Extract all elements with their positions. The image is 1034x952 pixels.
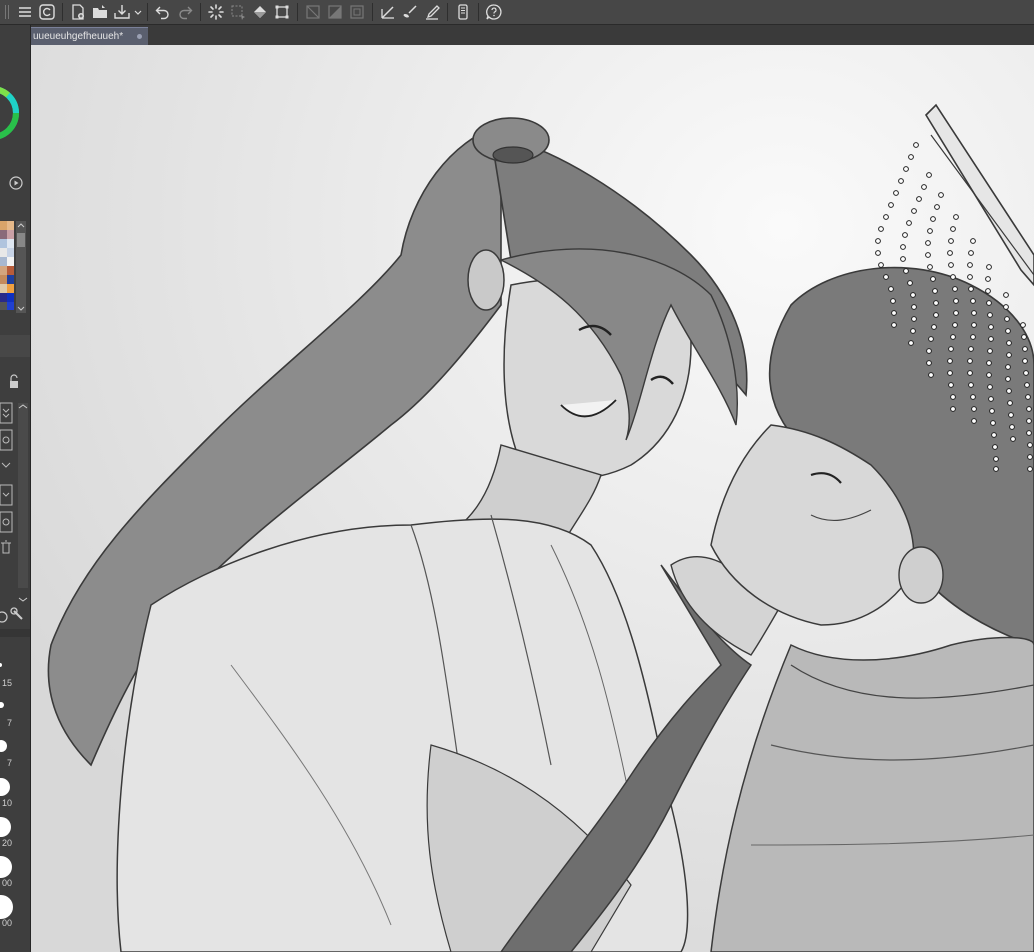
toolbar-separator — [147, 3, 148, 21]
brush-icon[interactable] — [399, 1, 421, 23]
trash-icon[interactable] — [1, 540, 11, 554]
toolbar-grip[interactable] — [0, 0, 14, 24]
document-tab-bar: uueueuhgefheuueh* — [30, 25, 1034, 45]
chevron-down-icon[interactable] — [133, 1, 143, 23]
wrench-icon[interactable] — [10, 607, 23, 620]
new-file-icon[interactable] — [67, 1, 89, 23]
open-folder-icon[interactable] — [89, 1, 111, 23]
clear-icon[interactable] — [302, 1, 324, 23]
pen-icon[interactable] — [421, 1, 443, 23]
zoom-icon[interactable] — [0, 611, 8, 623]
brush-size-label: 7 — [6, 718, 12, 728]
toolbar-separator — [447, 3, 448, 21]
undo-icon[interactable] — [152, 1, 174, 23]
brush-size-label: 20 — [1, 838, 12, 848]
help-icon[interactable] — [483, 1, 505, 23]
toolbar-separator — [478, 3, 479, 21]
toolbar-separator — [297, 3, 298, 21]
document-tab[interactable]: uueueuhgefheuueh* — [30, 27, 148, 45]
loading-spinner-icon[interactable] — [205, 1, 227, 23]
left-panel: 15 7 7 10 20 00 00 — [0, 25, 31, 952]
brush-size-label: 00 — [1, 878, 12, 888]
lock-icon[interactable] — [10, 374, 18, 388]
border-icon[interactable] — [346, 1, 368, 23]
brush-size-label: 10 — [1, 798, 12, 808]
toolbar-separator — [200, 3, 201, 21]
brush-size-label: 15 — [1, 678, 12, 688]
toolbar-separator — [372, 3, 373, 21]
brush-size-label: 7 — [6, 758, 12, 768]
redo-icon[interactable] — [174, 1, 196, 23]
save-icon[interactable] — [111, 1, 133, 23]
command-bar — [0, 0, 1034, 25]
artwork — [31, 45, 1034, 952]
ruler-icon[interactable] — [377, 1, 399, 23]
toolbar-separator — [62, 3, 63, 21]
close-dot-icon[interactable] — [137, 34, 142, 39]
document-tab-title: uueueuhgefheuueh* — [33, 31, 124, 42]
smartphone-icon[interactable] — [452, 1, 474, 23]
fill-icon[interactable] — [249, 1, 271, 23]
menu-icon[interactable] — [14, 1, 36, 23]
brush-size-label: 00 — [1, 918, 12, 928]
drawing-canvas[interactable] — [31, 45, 1034, 952]
transform-icon[interactable] — [271, 1, 293, 23]
invert-selection-icon[interactable] — [324, 1, 346, 23]
color-wheel[interactable] — [0, 87, 19, 139]
app-logo-icon[interactable] — [36, 1, 58, 23]
select-all-icon[interactable] — [227, 1, 249, 23]
color-set-palette[interactable] — [0, 221, 14, 310]
